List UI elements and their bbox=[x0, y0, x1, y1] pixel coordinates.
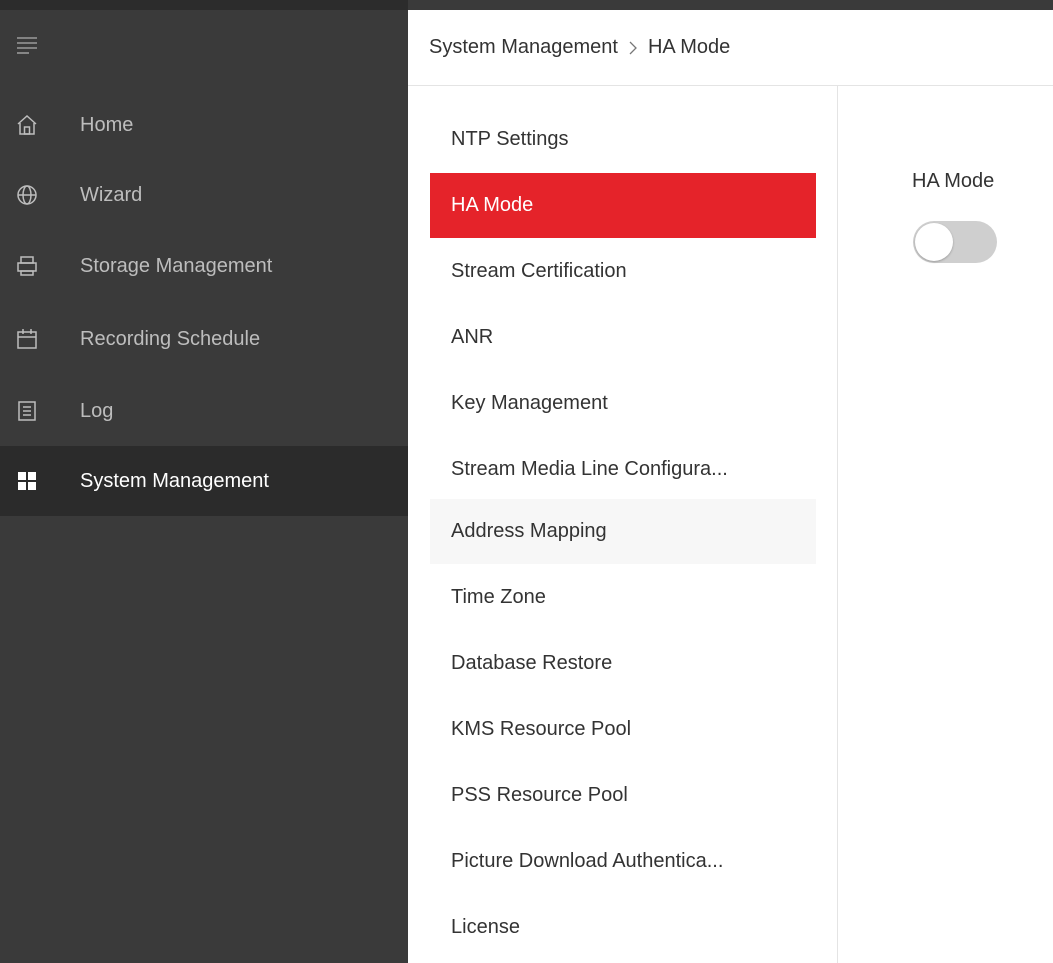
calendar-icon bbox=[15, 327, 39, 351]
submenu-item-anr[interactable]: ANR bbox=[430, 305, 816, 370]
submenu-item-license[interactable]: License bbox=[430, 895, 816, 960]
submenu-item-address-mapping[interactable]: Address Mapping bbox=[430, 499, 816, 564]
submenu-item-picture-download-auth[interactable]: Picture Download Authentica... bbox=[430, 829, 816, 894]
sidebar-top-strip bbox=[0, 0, 408, 10]
globe-icon bbox=[15, 183, 39, 207]
storage-icon bbox=[15, 254, 39, 278]
sidebar-item-wizard[interactable]: Wizard bbox=[0, 160, 408, 230]
submenu-item-ha-mode[interactable]: HA Mode bbox=[430, 173, 816, 238]
settings-panel: HA Mode bbox=[838, 86, 1053, 963]
submenu-item-pss-resource-pool[interactable]: PSS Resource Pool bbox=[430, 763, 816, 828]
breadcrumb-current: HA Mode bbox=[647, 36, 731, 58]
breadcrumb: System Management HA Mode bbox=[408, 10, 1053, 86]
sidebar: Home Wizard Storage Management Recording… bbox=[0, 0, 408, 963]
sidebar-item-recording-schedule[interactable]: Recording Schedule bbox=[0, 304, 408, 374]
submenu: NTP Settings HA Mode Stream Certificatio… bbox=[408, 86, 838, 963]
ha-mode-toggle[interactable] bbox=[913, 221, 997, 263]
sidebar-item-system-management[interactable]: System Management bbox=[0, 446, 408, 516]
submenu-item-time-zone[interactable]: Time Zone bbox=[430, 565, 816, 630]
sidebar-item-label: Home bbox=[80, 113, 134, 136]
grid-icon bbox=[15, 469, 39, 493]
app-window: Home Wizard Storage Management Recording… bbox=[0, 0, 1053, 963]
ha-mode-label: HA Mode bbox=[912, 170, 995, 192]
submenu-item-ntp-settings[interactable]: NTP Settings bbox=[430, 107, 816, 172]
submenu-item-key-management[interactable]: Key Management bbox=[430, 371, 816, 436]
sidebar-item-storage-management[interactable]: Storage Management bbox=[0, 231, 408, 301]
log-icon bbox=[15, 399, 39, 423]
home-icon bbox=[15, 113, 39, 137]
sidebar-item-label: Storage Management bbox=[80, 254, 273, 277]
chevron-right-icon bbox=[628, 41, 638, 55]
submenu-item-stream-certification[interactable]: Stream Certification bbox=[430, 239, 816, 304]
submenu-item-stream-media-line[interactable]: Stream Media Line Configura... bbox=[430, 437, 816, 502]
top-strip bbox=[408, 0, 1053, 10]
sidebar-item-label: System Management bbox=[80, 469, 269, 492]
sidebar-item-label: Wizard bbox=[80, 183, 143, 206]
sidebar-item-home[interactable]: Home bbox=[0, 90, 408, 160]
sidebar-item-label: Recording Schedule bbox=[80, 327, 261, 350]
submenu-item-database-restore[interactable]: Database Restore bbox=[430, 631, 816, 696]
breadcrumb-root[interactable]: System Management bbox=[429, 36, 618, 59]
menu-toggle-icon[interactable] bbox=[15, 32, 39, 62]
sidebar-item-label: Log bbox=[80, 399, 114, 422]
submenu-item-kms-resource-pool[interactable]: KMS Resource Pool bbox=[430, 697, 816, 762]
toggle-knob bbox=[915, 223, 953, 261]
sidebar-item-log[interactable]: Log bbox=[0, 376, 408, 446]
